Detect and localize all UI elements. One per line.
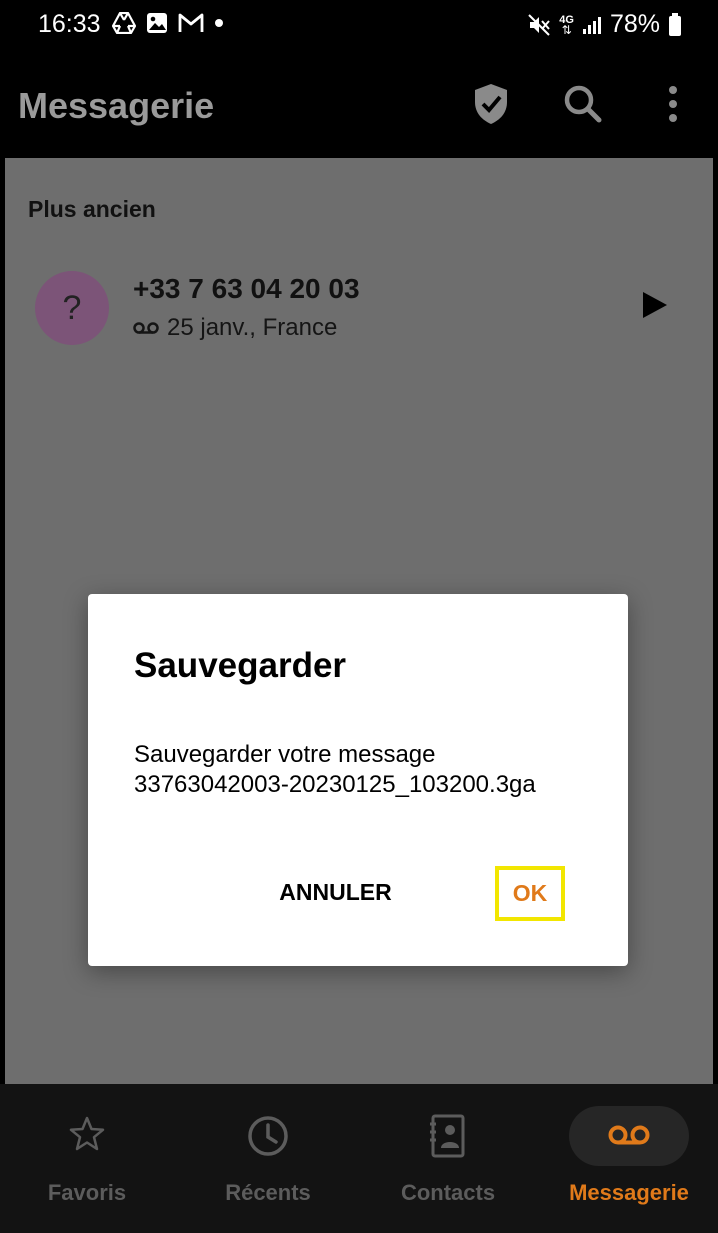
- tab-label: Favoris: [47, 1180, 127, 1205]
- tab-messagerie[interactable]: Messagerie: [539, 1084, 718, 1233]
- status-time: 16:33: [38, 10, 101, 38]
- gmail-icon: [178, 13, 204, 32]
- star-icon: [67, 1114, 107, 1159]
- shield-check-icon[interactable]: [472, 82, 510, 131]
- status-system-icons: 4G ⇅ 78%: [527, 10, 682, 39]
- tab-label: Récents: [225, 1180, 311, 1205]
- clock-icon: [246, 1114, 290, 1163]
- mute-icon: [528, 13, 551, 36]
- play-icon[interactable]: [637, 288, 671, 322]
- voicemail-icon: [133, 322, 159, 334]
- search-icon[interactable]: [563, 82, 603, 131]
- voicemail-date: 25 janv., France: [167, 314, 338, 341]
- network-4g-icon: 4G ⇅: [559, 13, 574, 37]
- avatar: ?: [35, 271, 109, 345]
- section-header: Plus ancien: [28, 196, 156, 222]
- signal-icon: [582, 16, 601, 34]
- tab-favoris[interactable]: Favoris: [0, 1084, 177, 1233]
- dialog-message-line: Sauvegarder votre message: [134, 741, 436, 768]
- battery-percent: 78%: [609, 10, 660, 38]
- image-icon: [147, 13, 167, 33]
- voicemail-meta: 25 janv., France: [133, 314, 337, 342]
- status-bar: 16:33 4G ⇅ 78%: [0, 0, 718, 52]
- voicemail-icon: [607, 1124, 651, 1151]
- dialog-message: Sauvegarder votre message 33763042003-20…: [134, 740, 594, 800]
- drive-icon: [112, 12, 136, 34]
- more-vert-icon[interactable]: [664, 82, 682, 131]
- tab-label: Contacts: [400, 1180, 496, 1205]
- cancel-button[interactable]: ANNULER: [268, 866, 403, 918]
- ok-button[interactable]: OK: [495, 866, 565, 921]
- tab-label: Messagerie: [569, 1180, 689, 1205]
- contacts-icon: [428, 1114, 468, 1163]
- dot-icon: [215, 19, 223, 27]
- dialog-filename: 33763042003-20230125_103200.3ga: [134, 771, 536, 798]
- list-item[interactable]: ? +33 7 63 04 20 03 25 janv., France: [5, 258, 713, 358]
- battery-icon: [669, 12, 681, 36]
- avatar-glyph: ?: [62, 288, 82, 327]
- status-notification-icons: [112, 12, 224, 34]
- save-dialog: Sauvegarder Sauvegarder votre message 33…: [88, 594, 628, 966]
- bottom-nav: Favoris Récents Contacts Messagerie: [0, 1084, 718, 1233]
- page-title: Messagerie: [18, 85, 215, 126]
- tab-contacts[interactable]: Contacts: [358, 1084, 538, 1233]
- voicemail-number: +33 7 63 04 20 03: [133, 273, 360, 304]
- tab-recents[interactable]: Récents: [178, 1084, 358, 1233]
- dialog-title: Sauvegarder: [134, 646, 347, 685]
- app-bar: Messagerie: [0, 52, 718, 158]
